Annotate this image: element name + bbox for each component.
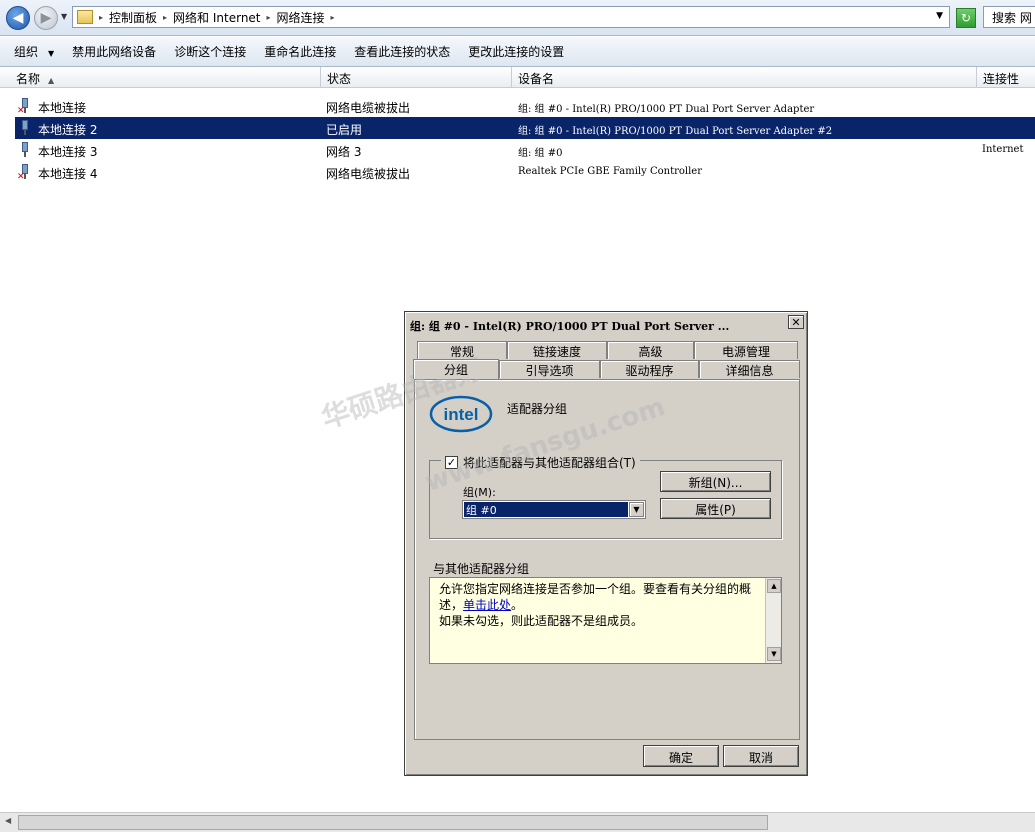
column-status[interactable]: 状态 [321, 67, 512, 88]
row-name: 本地连接 4 [38, 167, 98, 181]
rename-button[interactable]: 重命名此连接 [264, 43, 336, 60]
row-status: 网络电缆被拔出 [326, 167, 411, 181]
row-name: 本地连接 2 [38, 123, 98, 137]
tab-advanced[interactable]: 高级 [607, 341, 694, 359]
breadcrumb-network-internet[interactable]: 网络和 Internet [173, 9, 260, 26]
disconnected-icon: ✕ [17, 106, 25, 116]
team-checkbox-label: 将此适配器与其他适配器组合(T) [463, 456, 636, 470]
network-adapter-icon: ✕ [17, 164, 32, 182]
breadcrumb-control-panel[interactable]: 控制面板 [109, 9, 157, 26]
row-device: 组: 组 #0 - Intel(R) PRO/1000 PT Dual Port… [518, 126, 833, 137]
table-row-selected[interactable]: 本地连接 2 已启用 组: 组 #0 - Intel(R) PRO/1000 P… [15, 117, 1035, 139]
breadcrumb-network-connections[interactable]: 网络连接 [277, 9, 325, 26]
row-status: 已启用 [326, 123, 363, 137]
chevron-right-icon[interactable]: ▸ [99, 13, 103, 22]
chevron-down-icon: ▼ [48, 49, 55, 58]
dialog-title: 组: 组 #0 - Intel(R) PRO/1000 PT Dual Port… [408, 315, 804, 334]
properties-dialog: 组: 组 #0 - Intel(R) PRO/1000 PT Dual Port… [404, 311, 808, 776]
row-status: 网络电缆被拔出 [326, 101, 411, 115]
group-label: 组(M): [463, 486, 496, 499]
table-row[interactable]: ✕ 本地连接 4 网络电缆被拔出 Realtek PCIe GBE Family… [0, 161, 1035, 183]
column-name[interactable]: 名称 ▲ [10, 67, 321, 88]
close-icon[interactable]: ✕ [788, 315, 804, 329]
disconnected-icon: ✕ [17, 172, 25, 182]
chevron-right-icon[interactable]: ▸ [267, 13, 271, 22]
control-panel-icon [77, 10, 93, 24]
row-device: 组: 组 #0 - Intel(R) PRO/1000 PT Dual Port… [518, 104, 815, 115]
intel-logo-text: intel [444, 405, 479, 424]
row-name: 本地连接 3 [38, 145, 98, 159]
teaming-section-label: 与其他适配器分组 [433, 562, 530, 576]
address-bar: ◀ ▶ ▼ ▸ 控制面板 ▸ 网络和 Internet ▸ 网络连接 ▸ ▼ ↻… [0, 0, 1035, 36]
group-select[interactable]: 组 #0 ▼ [462, 500, 646, 519]
row-connectivity: Internet [982, 144, 1024, 155]
new-group-button[interactable]: 新组(N)... [660, 471, 771, 492]
back-button[interactable]: ◀ [6, 6, 30, 30]
table-row[interactable]: 本地连接 3 网络 3 组: 组 #0 Internet [0, 139, 1035, 161]
scroll-up-icon[interactable]: ▲ [767, 579, 781, 593]
chevron-right-icon[interactable]: ▸ [163, 13, 167, 22]
info-line-1-end: 。 [511, 598, 524, 612]
chevron-right-icon[interactable]: ▸ [331, 13, 335, 22]
column-name-label: 名称 [16, 72, 41, 86]
row-status: 网络 3 [326, 145, 362, 159]
help-link[interactable]: 单击此处 [463, 598, 511, 612]
tab-teaming[interactable]: 分组 [413, 359, 499, 379]
command-bar: 组织 ▼ 禁用此网络设备 诊断这个连接 重命名此连接 查看此连接的状态 更改此连接… [0, 37, 1035, 67]
network-adapter-icon [20, 120, 32, 136]
view-status-button[interactable]: 查看此连接的状态 [354, 43, 450, 60]
column-header: 名称 ▲ 状态 设备名 连接性 [0, 67, 1035, 88]
network-adapter-icon [20, 142, 32, 158]
intel-logo: intel [429, 395, 493, 433]
properties-button[interactable]: 属性(P) [660, 498, 771, 519]
info-text: 允许您指定网络连接是否参加一个组。要查看有关分组的概述，单击此处。 如果未勾选，… [439, 581, 759, 629]
organize-label: 组织 [14, 45, 39, 59]
change-settings-button[interactable]: 更改此连接的设置 [468, 43, 564, 60]
refresh-icon[interactable]: ↻ [956, 8, 976, 28]
tab-link-speed[interactable]: 链接速度 [507, 341, 607, 359]
ok-button[interactable]: 确定 [643, 745, 719, 767]
info-scrollbar[interactable]: ▲ ▼ [765, 578, 781, 663]
column-connectivity[interactable]: 连接性 [977, 67, 1035, 88]
tab-power-management[interactable]: 电源管理 [694, 341, 798, 359]
address-field[interactable]: ▸ 控制面板 ▸ 网络和 Internet ▸ 网络连接 ▸ ▼ [72, 6, 950, 28]
scroll-left-icon[interactable]: ◀ [5, 816, 11, 825]
row-device: Realtek PCIe GBE Family Controller [518, 166, 702, 177]
chevron-down-icon[interactable]: ▼ [629, 502, 644, 517]
team-checkbox[interactable]: ✓ [445, 456, 458, 469]
network-adapter-icon: ✕ [17, 98, 32, 116]
horizontal-scrollbar[interactable]: ◀ [0, 812, 1035, 832]
diagnose-button[interactable]: 诊断这个连接 [174, 43, 246, 60]
team-checkbox-row[interactable]: ✓ 将此适配器与其他适配器组合(T) [441, 454, 640, 471]
info-line-2: 如果未勾选，则此适配器不是组成员。 [439, 614, 644, 628]
row-device: 组: 组 #0 [518, 148, 563, 159]
tab-boot-options[interactable]: 引导选项 [499, 360, 600, 378]
row-name: 本地连接 [38, 101, 87, 115]
organize-menu[interactable]: 组织 ▼ [14, 43, 54, 60]
disable-device-button[interactable]: 禁用此网络设备 [72, 43, 156, 60]
forward-button[interactable]: ▶ [34, 6, 58, 30]
tab-driver[interactable]: 驱动程序 [600, 360, 699, 378]
table-row[interactable]: ✕ 本地连接 网络电缆被拔出 组: 组 #0 - Intel(R) PRO/10… [0, 95, 1035, 117]
group-select-value: 组 #0 [464, 502, 628, 517]
tab-general[interactable]: 常规 [417, 341, 507, 359]
sort-ascending-icon: ▲ [48, 76, 55, 85]
info-box: 允许您指定网络连接是否参加一个组。要查看有关分组的概述，单击此处。 如果未勾选，… [429, 577, 782, 664]
column-device[interactable]: 设备名 [512, 67, 977, 88]
scrollbar-thumb[interactable] [18, 815, 768, 830]
search-input[interactable]: 搜索 网 [983, 6, 1035, 28]
address-dropdown-icon[interactable]: ▼ [936, 11, 943, 21]
teaming-heading: 适配器分组 [507, 402, 568, 416]
cancel-button[interactable]: 取消 [723, 745, 799, 767]
scroll-down-icon[interactable]: ▼ [767, 647, 781, 661]
history-dropdown-icon[interactable]: ▼ [61, 12, 67, 21]
tab-details[interactable]: 详细信息 [699, 360, 800, 378]
